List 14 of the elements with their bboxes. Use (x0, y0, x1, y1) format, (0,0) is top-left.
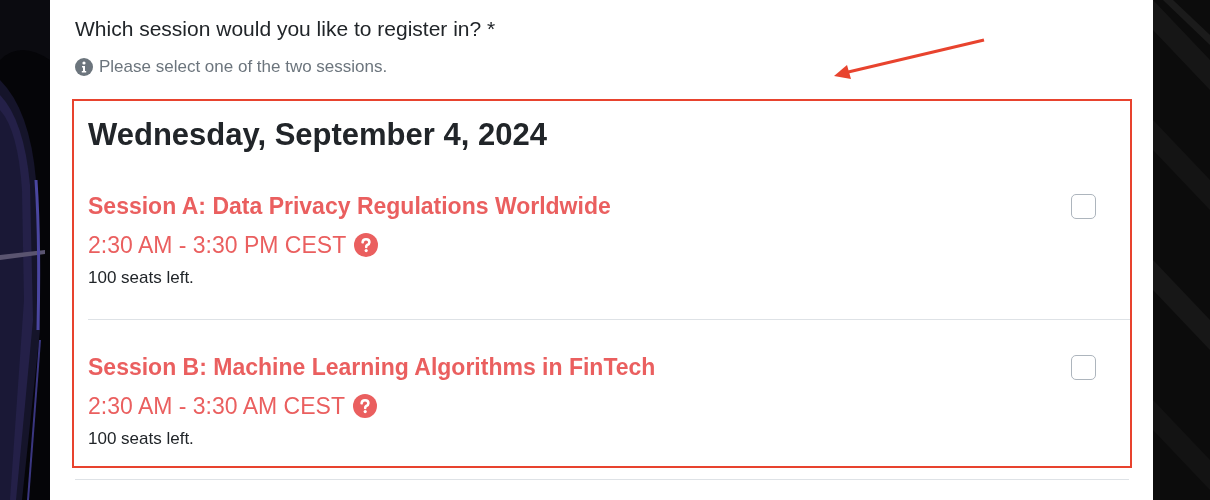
session-time: 2:30 AM - 3:30 PM CEST (88, 231, 347, 260)
date-heading: Wednesday, September 4, 2024 (88, 116, 548, 154)
session-time: 2:30 AM - 3:30 AM CEST (88, 392, 345, 421)
question-label: Which session would you like to register in? * (74, 16, 497, 42)
help-icon (352, 394, 377, 418)
seats-left: 100 seats left. (88, 428, 195, 450)
checkbox[interactable] (1071, 355, 1096, 380)
hint-text: Please select one of the two sessions. (99, 57, 388, 77)
seats-left: 100 seats left. (88, 267, 195, 289)
session-title: Session B: Machine Learning Algorithms in FinTech (88, 353, 656, 382)
checkbox[interactable] (1071, 194, 1096, 219)
info-icon (75, 58, 93, 76)
help-icon (354, 233, 379, 257)
session-title: Session A: Data Privacy Regulations Worldwide (88, 192, 611, 221)
